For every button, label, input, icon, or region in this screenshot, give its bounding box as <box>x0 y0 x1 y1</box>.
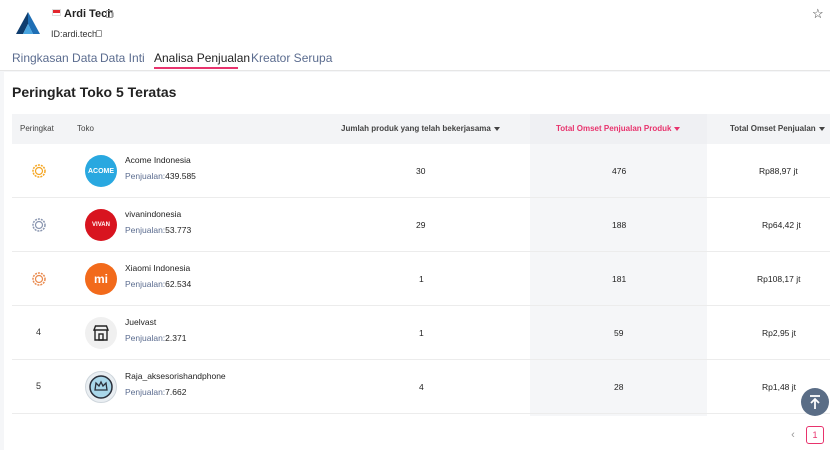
products-cell: 1 <box>419 328 424 338</box>
avatar: mi <box>85 263 117 295</box>
tab-kreator-serupa[interactable]: Kreator Serupa <box>251 51 332 65</box>
shop-id-value: ardi.tech <box>62 29 98 39</box>
silver-medal-icon <box>32 218 46 232</box>
header-divider <box>0 70 830 71</box>
copy-id-icon[interactable] <box>96 30 102 37</box>
product-gmv-cell: 476 <box>612 166 627 176</box>
pagination-prev-button[interactable]: ‹ <box>784 426 802 444</box>
brand-logo-icon <box>16 12 40 34</box>
shop-title[interactable]: Raja_aksesorishandphone <box>125 371 226 381</box>
avatar: ACOME <box>85 155 117 187</box>
shop-id: ID:ardi.tech <box>51 29 97 39</box>
tab-data-inti[interactable]: Data Inti <box>100 51 145 65</box>
header-products-label: Jumlah produk yang telah bekerjasama <box>341 124 491 133</box>
header-products[interactable]: Jumlah produk yang telah bekerjasama <box>341 124 500 133</box>
header-shop: Toko <box>77 124 94 133</box>
table-row[interactable]: mi Xiaomi Indonesia Penjualan:62.534 1 1… <box>12 252 830 306</box>
shop-id-label: ID: <box>51 29 63 39</box>
products-cell: 29 <box>416 220 426 230</box>
sales-value: 2.371 <box>165 333 187 343</box>
bronze-medal-icon <box>32 272 46 286</box>
shop-sales: Penjualan:2.371 <box>125 333 186 343</box>
sales-value: 62.534 <box>165 279 192 289</box>
shop-title[interactable]: Juelvast <box>125 317 156 327</box>
indonesia-flag-icon <box>52 9 61 16</box>
rank-number: 4 <box>36 327 42 337</box>
total-gmv-cell: Rp108,17 jt <box>757 274 801 284</box>
shop-sales: Penjualan:53.773 <box>125 225 191 235</box>
products-cell: 30 <box>416 166 426 176</box>
star-outline-icon[interactable]: ☆ <box>812 6 824 22</box>
avatar-text: VIVAN <box>92 222 110 228</box>
arrow-up-to-top-icon <box>810 395 820 409</box>
avatar-text: ACOME <box>87 167 115 175</box>
table-row[interactable]: VIVAN vivanindonesia Penjualan:53.773 29… <box>12 198 830 252</box>
rank-number: 5 <box>36 381 42 391</box>
sales-value: 7.662 <box>165 387 187 397</box>
sales-label: Penjualan: <box>125 171 166 181</box>
sales-label: Penjualan: <box>125 279 166 289</box>
shop-title[interactable]: Acome Indonesia <box>125 155 191 165</box>
products-cell: 1 <box>419 274 424 284</box>
table-row[interactable]: 4 Juelvast Penjualan:2.371 1 59 Rp2,95 j… <box>12 306 830 360</box>
sales-label: Penjualan: <box>125 333 166 343</box>
section-title: Peringkat Toko 5 Teratas <box>12 84 177 100</box>
total-gmv-cell: Rp64,42 jt <box>762 220 801 230</box>
product-gmv-cell: 28 <box>614 382 624 392</box>
store-icon <box>92 325 110 341</box>
sales-value: 53.773 <box>165 225 192 235</box>
total-gmv-cell: Rp2,95 jt <box>762 328 797 338</box>
table-row[interactable]: ACOME Acome Indonesia Penjualan:439.585 … <box>12 144 830 198</box>
table-row[interactable]: 5 Raja_aksesorishandphone Penjualan:7.66… <box>12 360 830 414</box>
sales-label: Penjualan: <box>125 225 166 235</box>
product-gmv-cell: 188 <box>612 220 627 230</box>
product-gmv-cell: 181 <box>612 274 627 284</box>
sales-value: 439.585 <box>165 171 196 181</box>
tab-ringkasan-data[interactable]: Ringkasan Data <box>12 51 97 65</box>
total-gmv-cell: Rp88,97 jt <box>759 166 798 176</box>
gold-medal-icon <box>32 164 46 178</box>
sales-label: Penjualan: <box>125 387 166 397</box>
shop-sales: Penjualan:62.534 <box>125 279 191 289</box>
sort-down-icon <box>818 126 825 131</box>
avatar-text: mi <box>93 272 108 286</box>
shop-title[interactable]: Xiaomi Indonesia <box>125 263 190 273</box>
copy-name-icon[interactable] <box>106 10 113 18</box>
active-tab-indicator <box>154 67 238 69</box>
tab-analisa-penjualan[interactable]: Analisa Penjualan <box>154 51 250 65</box>
avatar <box>85 371 117 403</box>
shop-title[interactable]: vivanindonesia <box>125 209 181 219</box>
scroll-to-top-button[interactable] <box>801 388 829 416</box>
product-gmv-cell: 59 <box>614 328 624 338</box>
shop-sales: Penjualan:439.585 <box>125 171 196 181</box>
header-rank: Peringkat <box>20 124 54 133</box>
page: Ardi Tech ID:ardi.tech ☆ Ringkasan Data … <box>0 0 830 450</box>
sort-down-icon <box>493 126 500 131</box>
header-product-gmv[interactable]: Total Omset Penjualan Produk <box>556 124 681 133</box>
sort-down-icon <box>674 126 681 131</box>
pagination-page-1[interactable]: 1 <box>806 426 824 444</box>
header-total-gmv[interactable]: Total Omset Penjualan <box>730 124 825 133</box>
header-total-gmv-label: Total Omset Penjualan <box>730 124 816 133</box>
total-gmv-cell: Rp1,48 jt <box>762 382 797 392</box>
header-product-gmv-label: Total Omset Penjualan Produk <box>556 124 672 133</box>
shop-sales: Penjualan:7.662 <box>125 387 186 397</box>
products-cell: 4 <box>419 382 424 392</box>
crown-logo-icon <box>89 375 113 399</box>
avatar: VIVAN <box>85 209 117 241</box>
avatar <box>85 317 117 349</box>
